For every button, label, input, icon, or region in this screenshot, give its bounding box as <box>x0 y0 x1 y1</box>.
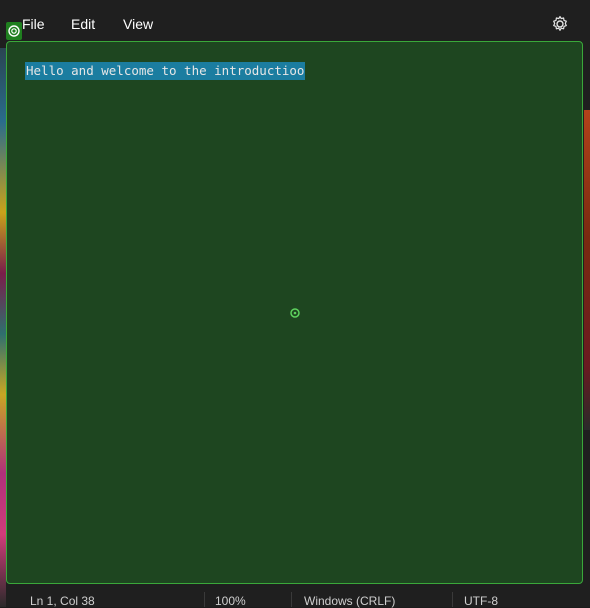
settings-button[interactable] <box>550 14 570 34</box>
desktop-background-right <box>584 110 590 430</box>
menu-view[interactable]: View <box>123 16 153 32</box>
status-divider <box>452 592 453 607</box>
gear-icon <box>553 15 567 31</box>
menu-edit[interactable]: Edit <box>71 16 95 32</box>
editor-text-content[interactable]: Hello and welcome to the introductioo <box>25 62 306 80</box>
target-icon <box>8 25 20 37</box>
status-encoding[interactable]: UTF-8 <box>464 594 498 608</box>
status-line-endings[interactable]: Windows (CRLF) <box>304 594 395 608</box>
status-cursor-position: Ln 1, Col 38 <box>30 594 95 608</box>
status-divider <box>204 592 205 607</box>
corner-target-icon <box>6 22 22 40</box>
circle-dot-icon <box>290 308 300 318</box>
status-zoom[interactable]: 100% <box>215 594 246 608</box>
menu-file[interactable]: File <box>22 16 45 32</box>
status-divider <box>291 592 292 607</box>
status-bar: Ln 1, Col 38 100% Windows (CRLF) UTF-8 <box>6 589 583 608</box>
notepad-window: File Edit View Hello and welcome to the … <box>0 0 590 608</box>
